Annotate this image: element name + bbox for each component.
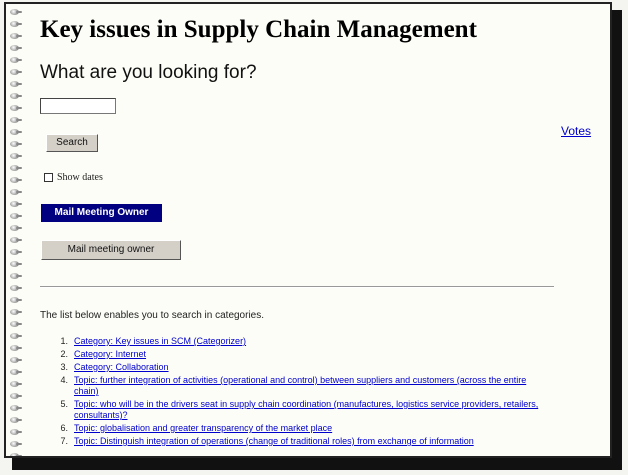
show-dates-label: Show dates <box>57 172 103 183</box>
search-input[interactable] <box>40 98 116 114</box>
item-number: 5. <box>60 399 68 409</box>
list-item: 5. Topic: who will be in the drivers seat… <box>40 399 540 421</box>
spiral-ring <box>10 128 22 136</box>
spiral-ring <box>10 320 22 328</box>
spiral-ring <box>10 284 22 292</box>
category-link[interactable]: Category: Key issues in SCM (Categorizer… <box>74 336 246 346</box>
topic-link[interactable]: Topic: globalisation and greater transpa… <box>74 423 332 433</box>
item-number: 6. <box>60 423 68 433</box>
spiral-ring <box>10 32 22 40</box>
spiral-ring <box>10 152 22 160</box>
spiral-ring <box>10 104 22 112</box>
spiral-ring <box>10 140 22 148</box>
spiral-ring <box>10 44 22 52</box>
spiral-ring <box>10 200 22 208</box>
spiral-ring <box>10 272 22 280</box>
list-item: 3. Category: Collaboration <box>40 362 540 373</box>
spiral-binding <box>10 8 24 456</box>
spiral-ring <box>10 236 22 244</box>
topic-link[interactable]: Topic: who will be in the drivers seat i… <box>74 399 538 420</box>
category-link[interactable]: Category: Collaboration <box>74 362 169 372</box>
spiral-ring <box>10 212 22 220</box>
item-number: 7. <box>60 436 68 446</box>
list-item: 7. Topic: Distinguish integration of oper… <box>40 436 540 447</box>
list-item: 4. Topic: further integration of activiti… <box>40 375 540 397</box>
show-dates-option[interactable]: Show dates <box>44 172 103 183</box>
item-number: 4. <box>60 375 68 385</box>
list-item: 2. Category: Internet <box>40 349 540 360</box>
spiral-ring <box>10 344 22 352</box>
item-number: 3. <box>60 362 68 372</box>
spiral-ring <box>10 308 22 316</box>
spiral-ring <box>10 332 22 340</box>
spiral-ring <box>10 188 22 196</box>
spiral-ring <box>10 296 22 304</box>
spiral-ring <box>10 440 22 448</box>
votes-link[interactable]: Votes <box>561 124 591 138</box>
page-title: Key issues in Supply Chain Management <box>40 16 477 43</box>
item-number: 2. <box>60 349 68 359</box>
category-list: 1. Category: Key issues in SCM (Categoriz… <box>40 336 540 449</box>
spiral-ring <box>10 164 22 172</box>
spiral-ring <box>10 260 22 268</box>
spiral-ring <box>10 428 22 436</box>
category-link[interactable]: Category: Internet <box>74 349 146 359</box>
spiral-ring <box>10 8 22 16</box>
spiral-ring <box>10 176 22 184</box>
mail-meeting-owner-highlight[interactable]: Mail Meeting Owner <box>41 204 162 222</box>
spiral-ring <box>10 80 22 88</box>
spiral-ring <box>10 356 22 364</box>
spiral-ring <box>10 380 22 388</box>
spiral-ring <box>10 404 22 412</box>
search-button[interactable]: Search <box>46 134 98 152</box>
notebook-page: Key issues in Supply Chain Management Wh… <box>4 2 612 458</box>
spiral-ring <box>10 416 22 424</box>
spiral-ring <box>10 452 22 456</box>
spiral-ring <box>10 68 22 76</box>
mail-meeting-owner-button[interactable]: Mail meeting owner <box>41 240 181 260</box>
list-item: 1. Category: Key issues in SCM (Categoriz… <box>40 336 540 347</box>
divider <box>40 286 554 288</box>
intro-text: The list below enables you to search in … <box>40 310 265 321</box>
list-item: 6. Topic: globalisation and greater trans… <box>40 423 540 434</box>
page-content: Key issues in Supply Chain Management Wh… <box>38 4 610 456</box>
spiral-ring <box>10 92 22 100</box>
topic-link[interactable]: Topic: Distinguish integration of operat… <box>74 436 474 446</box>
spiral-ring <box>10 56 22 64</box>
spiral-ring <box>10 368 22 376</box>
page-subtitle: What are you looking for? <box>40 62 257 83</box>
show-dates-checkbox[interactable] <box>44 173 53 183</box>
spiral-ring <box>10 224 22 232</box>
spiral-ring <box>10 248 22 256</box>
spiral-ring <box>10 392 22 400</box>
topic-link[interactable]: Topic: further integration of activities… <box>74 375 526 396</box>
spiral-ring <box>10 116 22 124</box>
spiral-ring <box>10 20 22 28</box>
item-number: 1. <box>60 336 68 346</box>
